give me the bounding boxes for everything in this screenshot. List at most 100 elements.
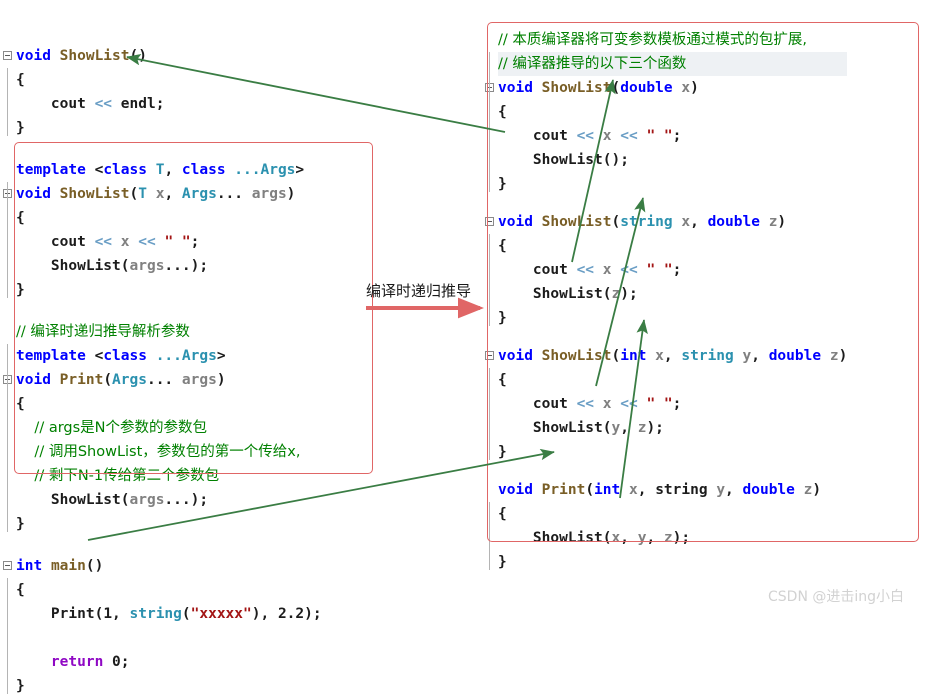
code-token: , [164,162,182,178]
code-token: x [120,234,130,250]
code-token: ( [129,186,139,202]
code-token: 1 [103,606,113,622]
code-token: ShowList( [16,258,130,274]
code-token: " " [646,396,673,412]
code-token: ), [251,606,278,622]
code-token: { [16,396,25,412]
collapse-box-icon[interactable] [3,51,12,60]
code-line: void ShowList(T x, Args... args) [3,182,322,206]
code-line: void ShowList(int x, string y, double z) [485,344,848,368]
code-token: () [129,48,147,64]
code-token: // args是N个参数的参数包 [16,420,208,436]
code-token: ...); [164,492,209,508]
code-line: // 本质编译器将可变参数模板通过模式的包扩展, [498,28,847,52]
code-block-expansion-comment-and-double-overload: // 本质编译器将可变参数模板通过模式的包扩展, // 编译器推导的以下三个函数 v… [485,28,848,196]
code-token: int [594,482,621,498]
code-token: void [498,348,533,364]
code-token: string [655,482,708,498]
code-line: } [16,278,322,302]
code-line: cout << x << " "; [16,230,322,254]
code-token: () [85,558,104,574]
code-line: { [16,578,322,602]
code-token: void [16,48,51,64]
code-line: // 编译器推导的以下三个函数 [498,52,848,76]
structure-guide-line [7,578,8,694]
code-token: ); [646,420,664,436]
code-token: ( [103,372,113,388]
code-token: args [181,372,217,388]
code-token: } [498,176,507,192]
code-token: ...Args [155,348,217,364]
code-line: { [498,368,847,392]
code-token: } [16,282,25,298]
code-token: T [138,186,147,202]
code-token: ; [120,654,130,670]
code-line: void Print(Args... args) [3,368,322,392]
code-token: ShowList [541,214,612,230]
code-token: x [655,348,664,364]
collapse-box-icon[interactable] [485,217,494,226]
code-token: ShowList [59,186,130,202]
code-token: class [103,348,156,364]
code-token: { [498,372,507,388]
code-line: ShowList(x, y, z); [498,526,847,550]
code-token: Print [59,372,104,388]
code-token: << [620,396,638,412]
code-token: // 编译时递归推导解析参数 [16,324,190,340]
code-token: { [16,582,25,598]
code-token: x [602,396,612,412]
code-token: z [829,348,839,364]
code-line: cout << x << " "; [498,124,847,148]
code-line: ShowList(args...); [16,488,322,512]
code-token: // 本质编译器将可变参数模板通过模式的包扩展, [498,32,807,48]
code-token: Print [541,482,586,498]
code-token: z [663,530,673,546]
code-token: double [620,80,673,96]
code-token: ); [620,286,638,302]
code-token: { [498,238,507,254]
code-token: args [129,258,165,274]
code-token: x [628,482,638,498]
code-token: ( [181,606,191,622]
code-token: ) [838,348,848,364]
structure-guide-line [489,234,490,326]
code-token: y [716,482,726,498]
code-line: ShowList(y, z); [498,416,847,440]
code-line: } [498,550,847,574]
code-token: x [611,530,621,546]
code-token: y [742,348,752,364]
code-token: , [690,214,708,230]
code-token: main [50,558,86,574]
code-block-showlist-string-double-overload: void ShowList(string x, double z){ cout … [485,210,847,330]
code-block-showlist-int-string-double-overload: void ShowList(int x, string y, double z)… [485,344,848,464]
structure-guide-line [489,52,490,192]
code-token: , [112,606,130,622]
code-token: << [620,128,638,144]
code-line: ShowList(args...); [16,254,322,278]
code-token: ... [146,372,182,388]
code-token: args [251,186,287,202]
code-token: ...); [164,258,209,274]
code-token: return [50,654,104,670]
code-token: x [602,262,612,278]
collapse-box-icon[interactable] [3,561,12,570]
code-line: } [16,674,322,698]
code-token: cout [16,96,95,112]
code-token: ; [672,262,682,278]
structure-guide-line [7,344,8,532]
collapse-box-icon[interactable] [485,351,494,360]
code-block-print-variadic-template: // 编译时递归推导解析参数 template <class ...Args> vo… [3,320,322,536]
code-token: x [681,80,691,96]
code-line: void ShowList(string x, double z) [485,210,847,234]
code-token: < [94,162,104,178]
code-line: { [16,206,322,230]
